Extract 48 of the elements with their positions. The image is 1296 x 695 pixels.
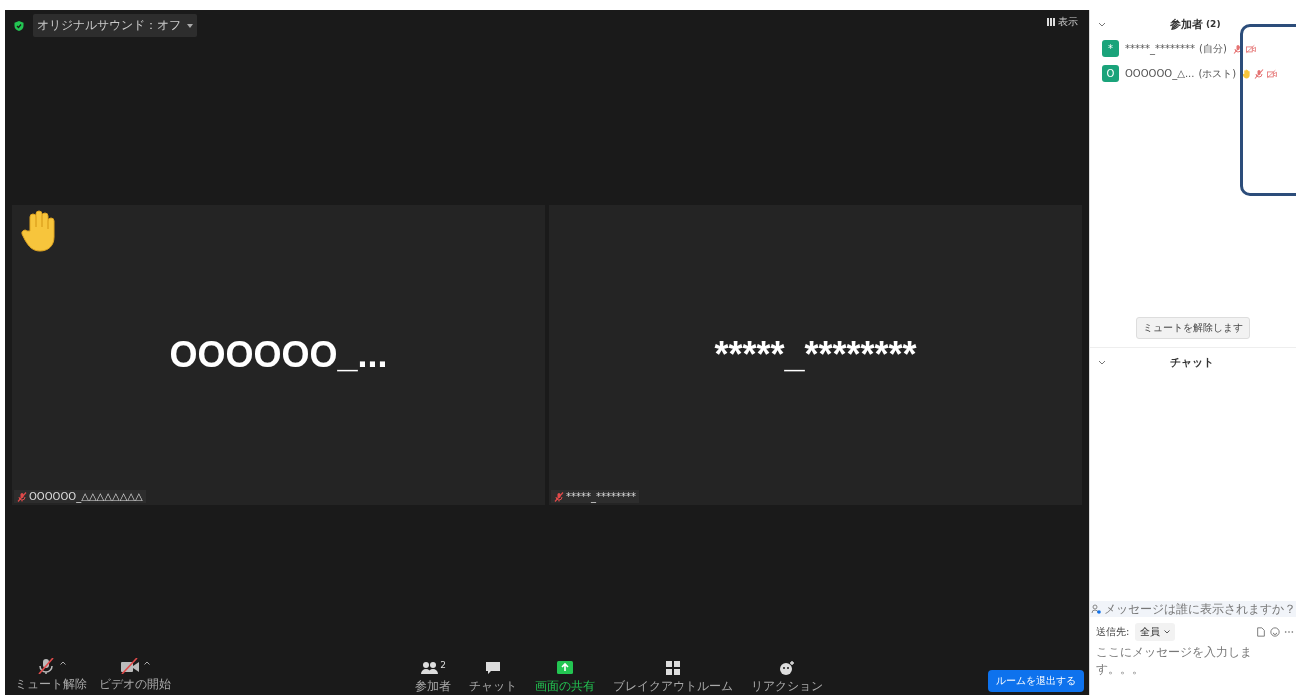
shield-icon[interactable] <box>13 19 25 32</box>
collapse-icon[interactable] <box>1098 359 1106 365</box>
participant-name: OOOOOO_△... <box>1125 68 1195 79</box>
participants-button[interactable]: 2 参加者 <box>413 660 453 695</box>
panel-title: 参加者 <box>1170 16 1203 32</box>
caret-icon <box>1164 630 1171 634</box>
view-button[interactable]: 表示 <box>1041 14 1084 30</box>
participant-name: *****_******** <box>1125 43 1195 54</box>
participant-name: OOOOOO_... <box>169 334 388 376</box>
participant-count: (2) <box>1206 19 1221 29</box>
visibility-hint[interactable]: メッセージは誰に表示されますか？ <box>1090 601 1296 617</box>
muted-mic-icon <box>36 658 56 674</box>
name-label: *****_******** <box>566 491 636 502</box>
person-icon <box>1090 604 1101 614</box>
smiley-icon <box>777 660 797 676</box>
caret-icon[interactable] <box>144 661 150 665</box>
grid-icon <box>663 660 683 676</box>
participant-role: (ホスト) <box>1198 66 1237 81</box>
share-screen-icon <box>555 660 575 676</box>
grid-icon <box>1047 18 1055 26</box>
recipient-dropdown[interactable]: 全員 <box>1135 623 1176 641</box>
panel-title: チャット <box>1170 354 1214 370</box>
avatar: O <box>1102 65 1119 82</box>
sound-dropdown[interactable]: オリジナルサウンド：オフ <box>33 14 197 37</box>
share-button[interactable]: 画面の共有 <box>533 660 597 695</box>
chat-bubble-icon <box>483 660 503 676</box>
participant-count: 2 <box>440 660 446 670</box>
unmute-all-button[interactable]: ミュートを解除します <box>1136 317 1250 339</box>
chat-button[interactable]: チャット <box>467 660 519 695</box>
emoji-icon[interactable] <box>1270 627 1280 637</box>
breakout-button[interactable]: ブレイクアウトルーム <box>611 660 735 695</box>
participant-row[interactable]: O OOOOOO_△... (ホスト) <box>1102 65 1296 82</box>
video-off-icon <box>120 658 140 674</box>
participant-name: *****_******** <box>714 334 917 376</box>
send-to-label: 送信先: <box>1096 625 1130 639</box>
name-label: OOOOOO_△△△△△△△△ <box>29 491 143 502</box>
caret-icon <box>187 23 193 28</box>
caret-icon[interactable] <box>60 661 66 665</box>
leave-button[interactable]: ルームを退出する <box>988 670 1084 692</box>
people-icon <box>420 660 441 676</box>
start-video-button[interactable]: ビデオの開始 <box>97 658 173 693</box>
file-icon[interactable] <box>1256 627 1266 637</box>
unmute-button[interactable]: ミュート解除 <box>13 658 89 693</box>
participant-role: (自分) <box>1199 41 1227 56</box>
reaction-button[interactable]: リアクション <box>749 660 825 695</box>
participant-row[interactable]: * *****_******** (自分) <box>1102 40 1296 57</box>
avatar: * <box>1102 40 1119 57</box>
collapse-icon[interactable] <box>1098 21 1106 27</box>
